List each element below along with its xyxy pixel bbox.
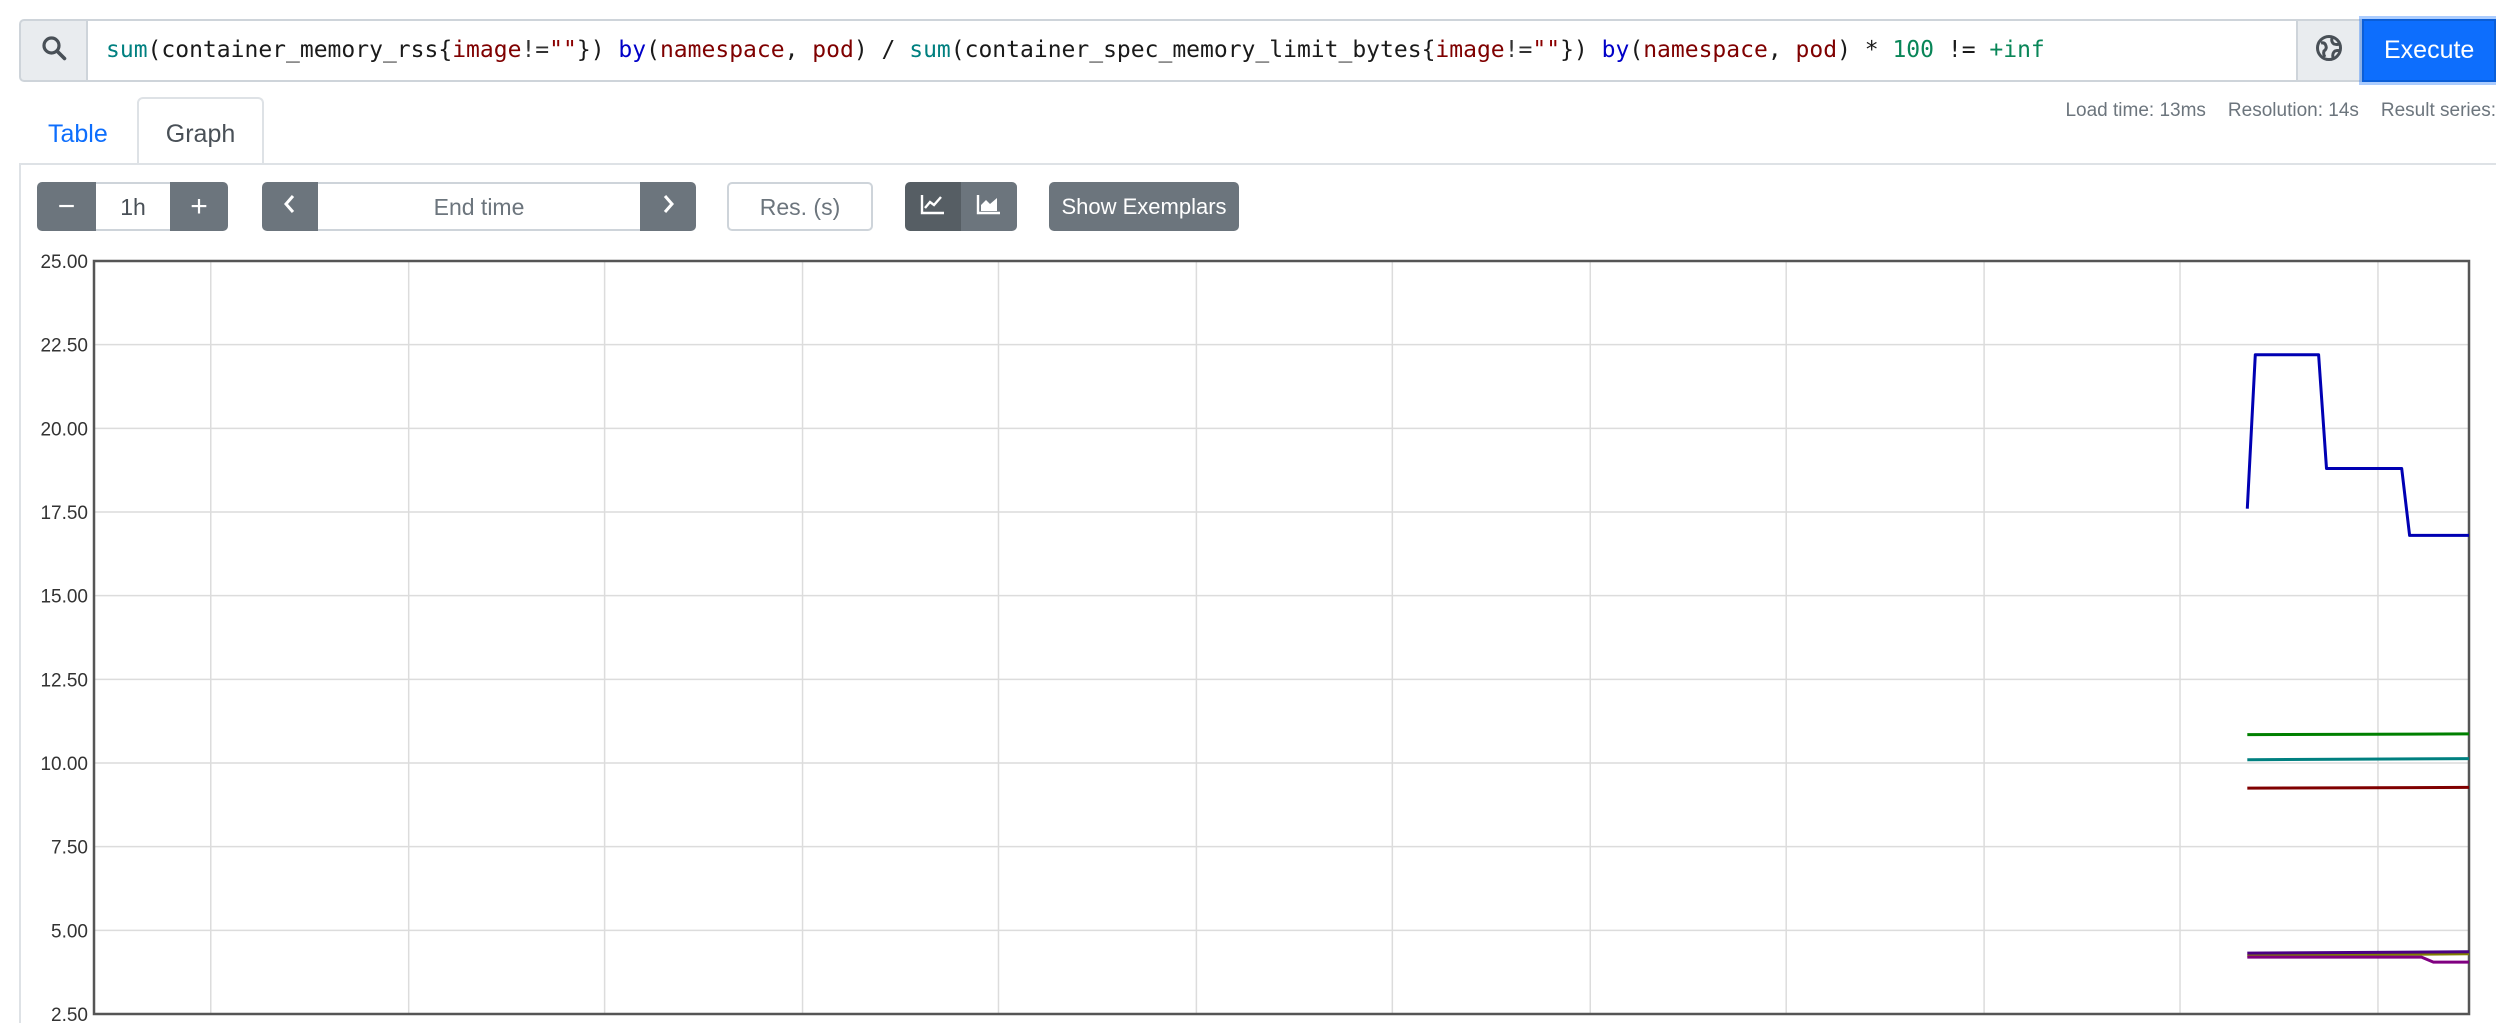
- y-tick-label: 12.50: [40, 670, 88, 691]
- execute-button[interactable]: Execute: [2362, 19, 2496, 82]
- query-token: ) /: [853, 37, 910, 63]
- y-tick-label: 5.00: [51, 921, 88, 942]
- query-token: ,: [784, 37, 813, 63]
- query-token: (container_spec_memory_limit_bytes{: [950, 37, 1436, 63]
- query-token: !=: [521, 37, 550, 63]
- decrease-range-button[interactable]: −: [37, 182, 96, 231]
- globe-icon: [2315, 34, 2343, 67]
- series-line[interactable]: [2247, 757, 2470, 762]
- tab-table[interactable]: Table: [19, 97, 137, 165]
- result-series: Result series:: [2380, 100, 2496, 121]
- query-token: (: [646, 37, 660, 63]
- line-mode-button[interactable]: [905, 182, 961, 231]
- query-token: ) *: [1837, 37, 1893, 63]
- metrics-explorer-button[interactable]: [2296, 19, 2362, 82]
- end-time-input[interactable]: End time: [318, 182, 640, 231]
- query-stats: Load time: 13ms Resolution: 14s Result s…: [2065, 100, 2496, 130]
- query-token: by: [618, 37, 647, 63]
- chevron-left-icon: [281, 193, 299, 220]
- expression-input[interactable]: sum(container_memory_rss{image!=""}) by(…: [86, 19, 2296, 82]
- y-tick-label: 17.50: [40, 503, 88, 524]
- query-token: pod: [812, 37, 854, 63]
- range-input[interactable]: 1h: [96, 182, 170, 231]
- area-chart-icon: [976, 193, 1002, 221]
- query-token: sum: [909, 37, 951, 63]
- query-token: namespace: [659, 37, 785, 63]
- y-tick-label: 10.00: [40, 754, 88, 775]
- previous-time-button[interactable]: [262, 182, 318, 231]
- chevron-right-icon: [659, 193, 677, 220]
- query-token: }): [1560, 37, 1602, 63]
- tab-graph[interactable]: Graph: [136, 97, 265, 165]
- query-token: by: [1601, 37, 1630, 63]
- y-tick-label: 22.50: [40, 336, 88, 357]
- resolution-input[interactable]: Res. (s): [727, 182, 873, 231]
- y-tick-label: 20.00: [40, 419, 88, 440]
- tabs-divider: [19, 163, 2496, 165]
- resolution: Resolution: 14s: [2227, 100, 2359, 121]
- series-line[interactable]: [2245, 353, 2469, 537]
- search-icon: [41, 35, 67, 66]
- line-chart-icon: [920, 193, 946, 221]
- series-line[interactable]: [2247, 732, 2470, 737]
- y-tick-label: 7.50: [51, 838, 88, 859]
- query-token: }): [576, 37, 619, 63]
- query-token: "": [1532, 37, 1561, 63]
- query-token: !=: [1934, 37, 1990, 63]
- query-bar: sum(container_memory_rss{image!=""}) by(…: [19, 19, 2496, 82]
- load-time: Load time: 13ms: [2065, 100, 2206, 121]
- query-token: +inf: [1989, 37, 2045, 63]
- series-line[interactable]: [2247, 955, 2469, 964]
- query-token: ,: [1767, 37, 1796, 63]
- query-token: image: [452, 37, 522, 63]
- show-exemplars-button[interactable]: Show Exemplars: [1049, 182, 1239, 231]
- search-addon: [19, 19, 86, 82]
- query-token: sum: [106, 37, 148, 63]
- y-tick-label: 2.50: [51, 1005, 88, 1023]
- increase-range-button[interactable]: +: [170, 182, 228, 231]
- series-line[interactable]: [2247, 785, 2470, 790]
- query-token: !=: [1504, 37, 1533, 63]
- graph-chart[interactable]: 25.00 22.50 20.00 17.50 15.00 12.50 10.00 7.50 5…: [0, 245, 2496, 1023]
- y-tick-label: 15.00: [40, 587, 88, 608]
- view-tabs: Table Graph: [19, 97, 265, 165]
- query-token: "": [549, 37, 577, 63]
- stacked-mode-button[interactable]: [961, 182, 1017, 231]
- query-token: 100: [1892, 37, 1934, 63]
- y-tick-label: 25.00: [40, 252, 88, 273]
- query-token: (: [1629, 37, 1644, 63]
- series-line[interactable]: [2247, 950, 2470, 955]
- query-token: (container_memory_rss{: [147, 37, 453, 63]
- query-token: image: [1435, 37, 1505, 63]
- query-token: namespace: [1643, 37, 1768, 63]
- plot-frame: [92, 259, 2471, 1016]
- query-token: pod: [1795, 37, 1838, 63]
- next-time-button[interactable]: [640, 182, 696, 231]
